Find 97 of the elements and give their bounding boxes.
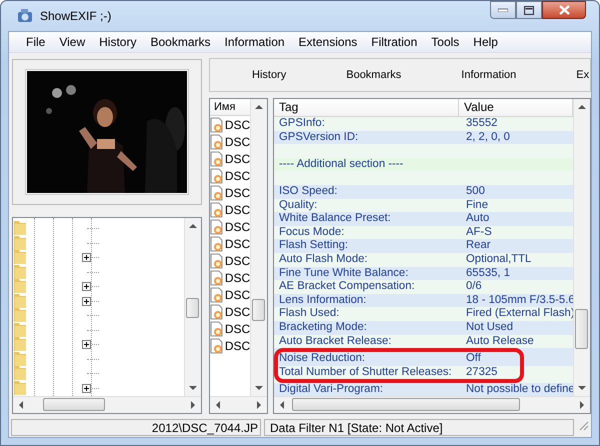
folder-icon [13,364,27,380]
column-header[interactable]: Tag [274,99,459,116]
tag-cell-text: ISO Speed: [278,184,338,199]
value-cell-text: 500 [465,184,486,199]
value-cell-text: Off [465,352,482,366]
value-cell-text: 65535, 1 [465,266,511,280]
file-name[interactable]: DSC [224,236,250,250]
tag-cell-text: Fine Tune White Balance: [278,266,410,280]
horizontal-scrollbar[interactable] [274,396,590,413]
folder-icon [13,306,27,322]
file-name[interactable]: DSC [224,220,250,234]
maximize-icon [524,6,534,14]
toolbar-button[interactable]: Information [461,69,516,81]
menu-item[interactable]: Filtration [364,35,424,49]
tag-cell-text: Focus Mode: [278,226,346,240]
folder-icon [13,262,27,279]
tag-cell-text: AE Bracket Compensation: [278,280,416,294]
value-cell-text: 2, 2, 0, 0 [465,130,511,144]
folder-icon [13,234,27,250]
resize-grip[interactable] [577,419,589,431]
menu-item[interactable]: View [52,35,92,49]
tag-cell-text: Total Number of Shutter Releases: [278,366,453,380]
folder-icon [13,378,27,395]
expand-toggle[interactable] [82,296,91,306]
menu-item[interactable]: Help [466,35,505,49]
menu-item[interactable]: File [19,35,52,49]
tag-cell-text: Digital Vari-Program: [278,383,384,397]
menu-item[interactable]: Bookmarks [143,35,218,49]
folder-icon [13,320,27,337]
close-icon [558,5,570,15]
value-cell-text: Fine [465,198,489,212]
tag-cell-text: Auto Flash Mode: [278,252,369,267]
vertical-scrollbar[interactable] [573,99,590,396]
value-cell-text: 27325 [465,366,498,380]
tag-cell-text: White Balance Preset: [278,212,392,226]
tag-cell-text: Lens Information: [278,294,368,308]
value-cell-text: 0/6 [465,280,483,294]
value-cell-text: Rear [465,239,492,253]
folder-icon [13,350,27,366]
file-name[interactable]: DSC [224,186,250,200]
value-cell-text: 18 - 105mm F/3.5-5.6 [465,294,575,308]
menu-item[interactable]: Extensions [292,35,364,49]
expand-toggle[interactable] [82,384,91,392]
value-cell-text: Auto [465,212,490,226]
tag-cell-text: GPSVersion ID: [278,130,360,144]
folder-icon [13,277,27,294]
file-name[interactable]: DSC [224,134,250,148]
file-name[interactable]: DSC [224,118,250,132]
tag-cell-text: GPSInfo: [278,117,326,131]
file-name[interactable]: DSC [224,270,250,284]
value-cell-text: Not Used [465,320,514,334]
value-cell-text: 35552 [465,117,498,131]
toolbar-button[interactable]: History [252,69,286,81]
tag-cell-text: Quality: [278,198,318,212]
horizontal-scrollbar[interactable] [13,396,201,413]
vertical-scrollbar[interactable] [184,218,201,396]
value-cell-text: Not possible to define [465,383,575,397]
tag-cell-text: Bracketing Mode: [278,320,368,334]
file-name[interactable]: DSC [224,202,250,216]
folder-icon [13,219,27,236]
folder-icon [13,335,27,352]
window-title: ShowEXIF ;-) [40,9,112,23]
app-icon [16,8,34,24]
section-heading: ---- Additional section ---- [278,158,404,172]
folder-icon [13,292,27,308]
close-button[interactable] [542,1,586,19]
file-name[interactable]: DSC [224,254,250,268]
file-name[interactable]: DSC [224,338,250,352]
file-name[interactable]: DSC [224,322,250,336]
file-name[interactable]: DSC [224,304,250,318]
value-cell-text: Optional,TTL [465,252,532,267]
menu-item[interactable]: Tools [424,35,466,49]
maximize-button[interactable] [516,1,542,19]
toolbar-button[interactable]: Bookmarks [346,69,402,81]
menu-item[interactable]: History [92,35,144,49]
expand-toggle[interactable] [82,282,91,291]
horizontal-scrollbar[interactable] [210,396,267,413]
expand-toggle[interactable] [82,340,91,349]
file-name[interactable]: DSC [224,288,250,302]
column-header[interactable]: Имя [210,99,250,116]
file-name[interactable]: DSC [224,152,250,166]
tag-cell-text: Flash Used: [278,307,340,321]
vertical-scrollbar[interactable] [250,99,267,396]
value-cell-text: AF-S [465,226,493,240]
expand-toggle[interactable] [82,253,91,262]
tag-cell-text: Auto Bracket Release: [278,334,392,348]
minimize-icon [498,8,508,12]
value-cell-text: Auto Release [465,334,535,348]
file-name[interactable]: DSC [224,168,250,182]
file-path: 2012\DSC_7044.JP [152,420,258,434]
toolbar-button[interactable]: Ex [576,69,590,81]
folder-icon [13,248,27,264]
minimize-button[interactable] [490,1,516,19]
tag-cell-text: Noise Reduction: [278,352,366,366]
filter-status: Data Filter N1 [State: Not Active] [270,420,443,434]
menu-item[interactable]: Information [218,35,292,49]
tag-cell-text: Flash Setting: [278,239,350,253]
